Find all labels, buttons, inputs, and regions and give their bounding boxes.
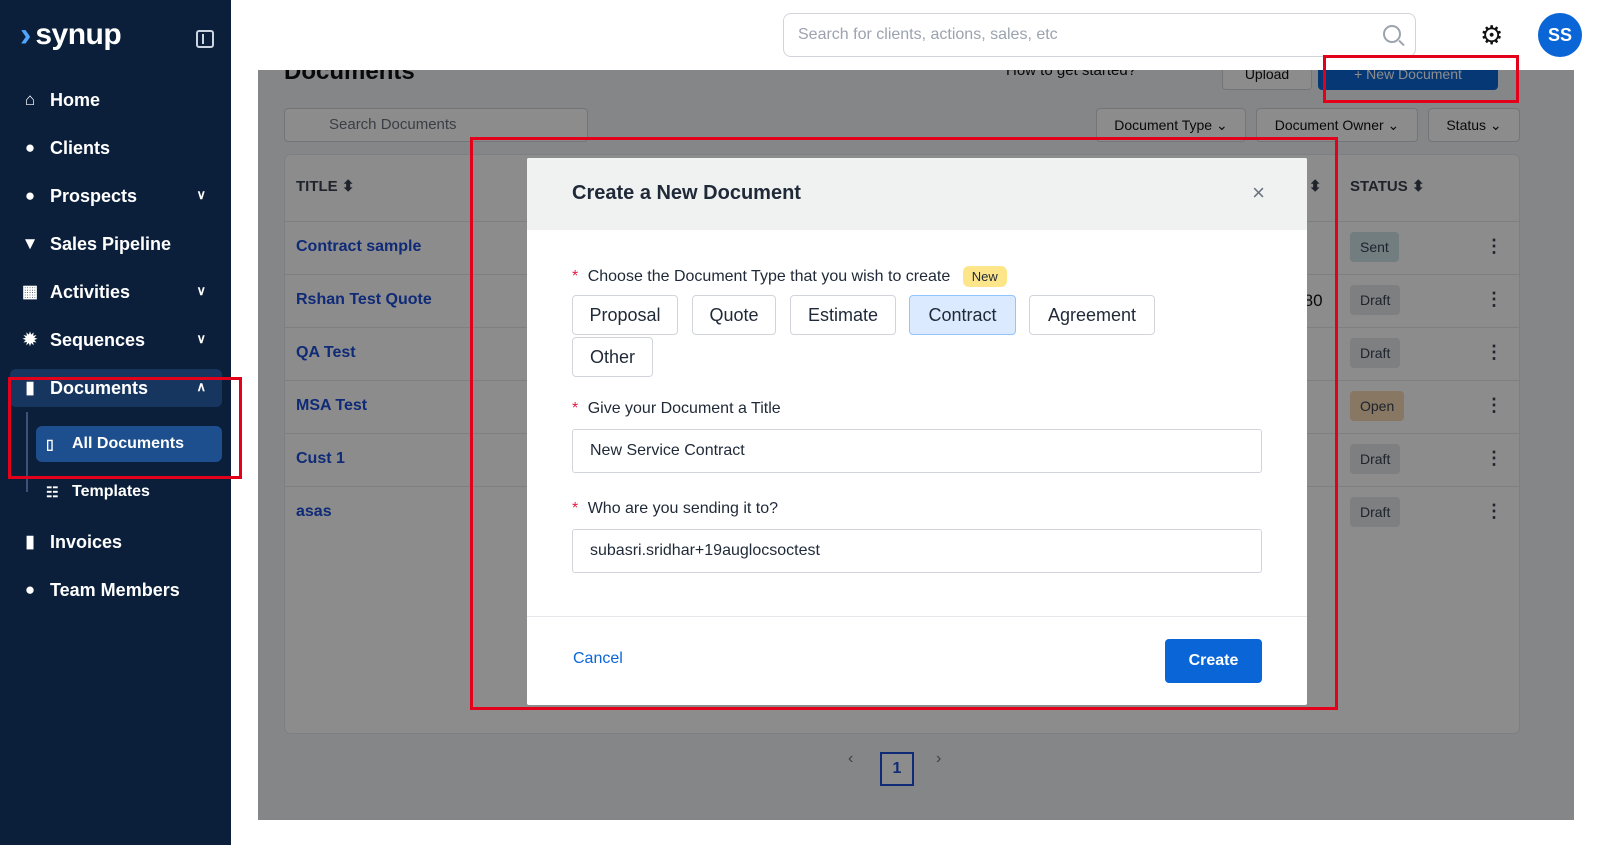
synup-logo[interactable]: › synup [20, 16, 122, 54]
sidebar-subitem-all-documents[interactable]: ▯ All Documents [36, 426, 222, 462]
top-bar: Search for clients, actions, sales, etc … [231, 0, 1600, 70]
users-icon: ● [24, 186, 36, 205]
sidebar-item-label: Activities [50, 281, 131, 302]
sidebar-item-label: Documents [50, 377, 149, 398]
chevron-down-icon: ∨ [196, 331, 206, 346]
cancel-button[interactable]: Cancel [573, 650, 623, 668]
sidebar-collapse-icon[interactable] [196, 30, 214, 48]
sidebar-item-documents[interactable]: ▮ Documents ∧ [10, 369, 222, 407]
required-asterisk: * [572, 268, 579, 285]
type-option-contract[interactable]: Contract [909, 295, 1016, 335]
receipt-icon: ▮ [25, 532, 35, 551]
new-badge: New [962, 266, 1007, 287]
funnel-icon: ▼ [21, 234, 39, 253]
sidebar-subitem-templates[interactable]: ☷ Templates [36, 474, 222, 510]
search-placeholder: Search for clients, actions, sales, etc [798, 26, 1058, 43]
type-option-agreement[interactable]: Agreement [1029, 295, 1155, 335]
team-icon: ● [24, 580, 36, 599]
logo-chevron-icon: › [20, 16, 32, 54]
title-field-label: * Give your Document a Title [572, 400, 781, 418]
sidebar-item-invoices[interactable]: ▮ Invoices [10, 523, 222, 561]
type-option-proposal[interactable]: Proposal [572, 295, 678, 335]
required-asterisk: * [572, 400, 579, 417]
tree-line [26, 412, 28, 492]
close-icon[interactable]: × [1252, 180, 1265, 206]
sidebar-item-clients[interactable]: ● Clients [10, 129, 222, 167]
required-asterisk: * [572, 500, 579, 517]
create-document-modal: Create a New Document × * Choose the Doc… [527, 158, 1307, 705]
sidebar-item-team-members[interactable]: ● Team Members [10, 571, 222, 609]
calendar-icon: ▦ [21, 282, 39, 301]
sidebar-item-label: Prospects [50, 185, 138, 206]
modal-title: Create a New Document [572, 182, 801, 204]
sidebar-item-label: Sequences [50, 329, 146, 350]
sidebar-item-prospects[interactable]: ● Prospects ∨ [10, 177, 222, 215]
global-search-input[interactable]: Search for clients, actions, sales, etc [783, 13, 1416, 57]
type-option-other[interactable]: Other [572, 337, 653, 377]
settings-gear-icon[interactable]: ⚙ [1480, 20, 1503, 51]
home-icon: ⌂ [24, 90, 36, 109]
sidebar-item-sales-pipeline[interactable]: ▼ Sales Pipeline [10, 225, 222, 263]
modal-divider [527, 616, 1307, 617]
chevron-down-icon: ∨ [196, 283, 206, 298]
gear-icon: ✹ [22, 330, 38, 349]
create-button[interactable]: Create [1165, 639, 1262, 683]
file-icon: ▯ [46, 435, 54, 452]
recipient-field-label-text: Who are you sending it to? [587, 500, 779, 517]
modal-header: Create a New Document × [527, 158, 1307, 230]
sidebar-item-home[interactable]: ⌂ Home [10, 81, 222, 119]
sidebar-item-label: Sales Pipeline [50, 233, 172, 254]
sidebar-item-activities[interactable]: ▦ Activities ∨ [10, 273, 222, 311]
recipient-input[interactable]: subasri.sridhar+19auglocsoctest [572, 529, 1262, 573]
sidebar-item-label: Clients [50, 137, 111, 158]
document-type-label: * Choose the Document Type that you wish… [572, 266, 1007, 287]
document-icon: ▮ [25, 378, 35, 397]
type-option-quote[interactable]: Quote [692, 295, 776, 335]
sidebar-item-label: Team Members [50, 579, 180, 600]
title-field-label-text: Give your Document a Title [587, 400, 781, 417]
logo-text: synup [35, 18, 122, 51]
template-icon: ☷ [46, 483, 59, 500]
chevron-down-icon: ∨ [196, 187, 206, 202]
sidebar-subitem-label: Templates [72, 483, 150, 500]
sidebar-item-label: Home [50, 89, 101, 110]
search-icon [1383, 25, 1401, 43]
document-type-label-text: Choose the Document Type that you wish t… [587, 268, 951, 285]
sidebar-subitem-label: All Documents [72, 435, 185, 452]
recipient-field-label: * Who are you sending it to? [572, 500, 778, 518]
document-title-input[interactable]: New Service Contract [572, 429, 1262, 473]
user-icon: ● [24, 138, 36, 157]
sidebar: › synup ⌂ Home ● Clients ● Prospects ∨ ▼… [0, 0, 231, 845]
type-option-estimate[interactable]: Estimate [790, 295, 896, 335]
sidebar-item-sequences[interactable]: ✹ Sequences ∨ [10, 321, 222, 359]
avatar[interactable]: SS [1538, 13, 1582, 57]
sidebar-item-label: Invoices [50, 531, 123, 552]
chevron-up-icon: ∧ [196, 379, 206, 394]
